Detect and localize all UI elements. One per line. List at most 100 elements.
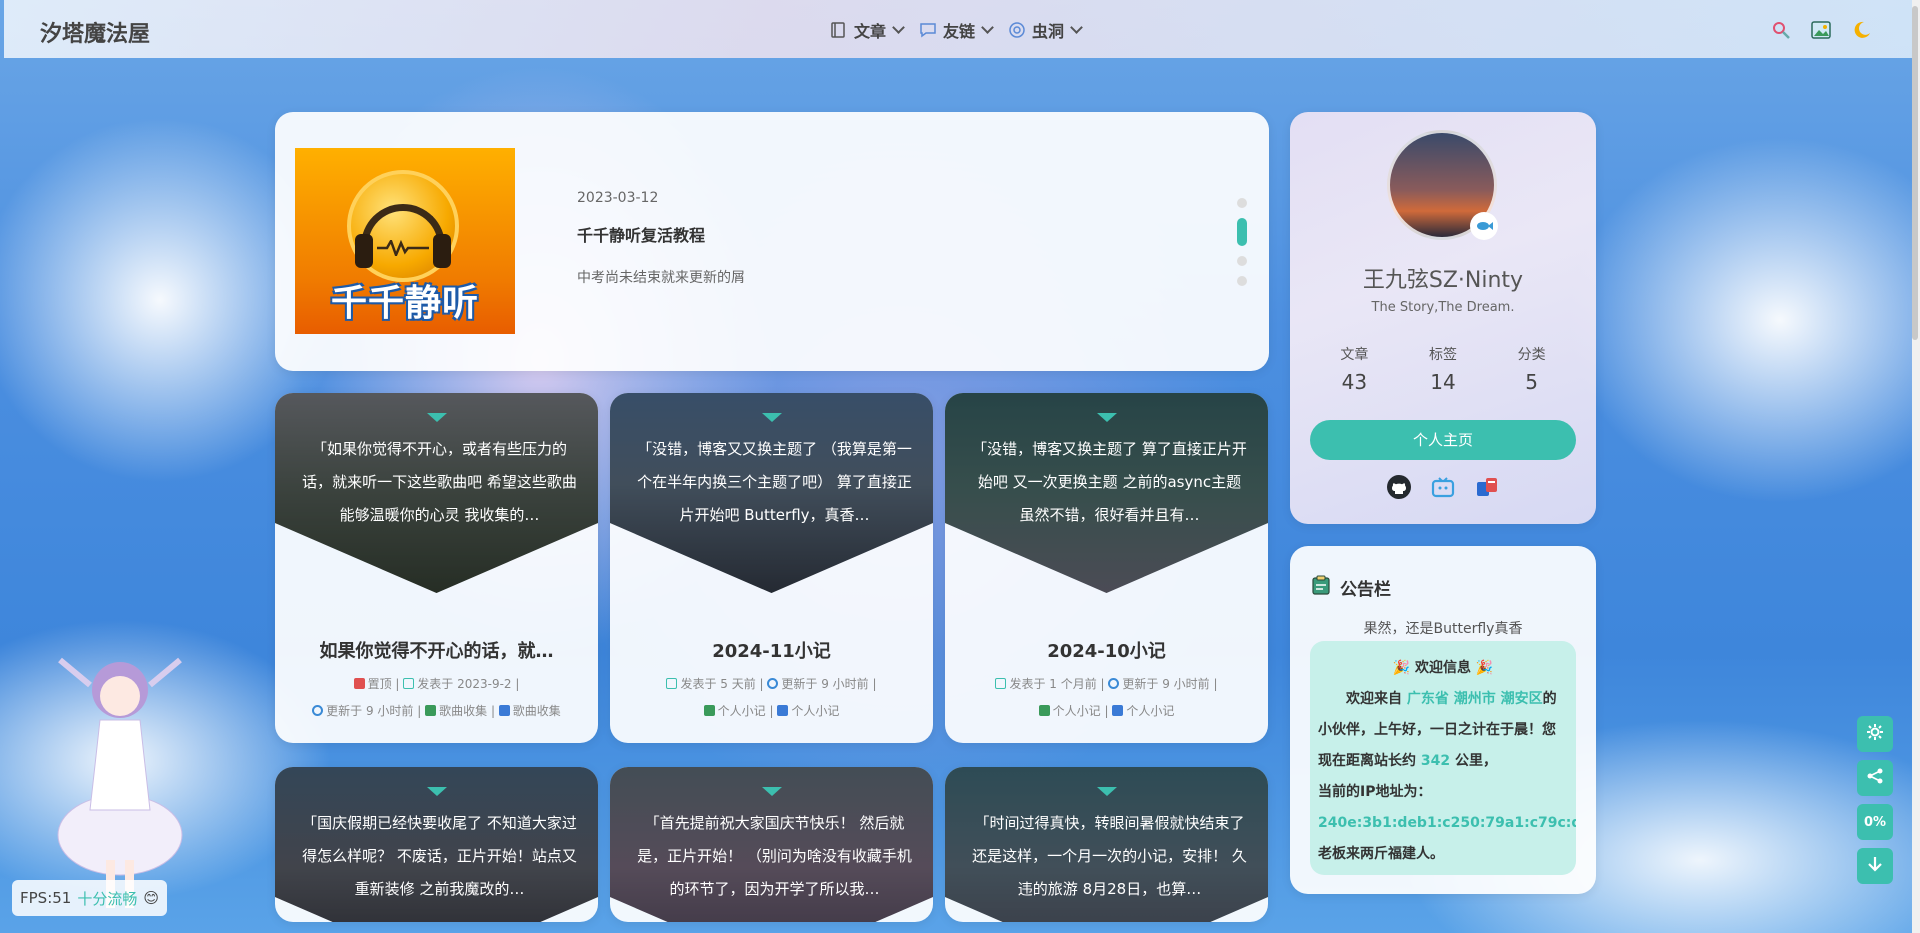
cover-pointer-icon [762,787,782,796]
scroll-percent-button[interactable]: 0% [1857,804,1893,840]
sticky-label: 置顶 [367,677,392,691]
post-card[interactable]: 「没错，博客又换主题了 算了直接正片开始吧 又一次更换主题 之前的async主题… [945,393,1268,743]
post-category[interactable]: 个人小记 [718,704,766,718]
post-tag[interactable]: 歌曲收集 [513,704,561,718]
post-cover[interactable]: 「时间过得真快，转眼间暑假就快结束了 还是这样，一个月一次的小记，安排！ 久违的… [945,767,1268,922]
post-cover[interactable]: 「如果你觉得不开心，或者有些压力的话，就来听一下这些歌曲吧 希望这些歌曲能够温暖… [275,393,598,593]
chevron-down-icon [1070,21,1083,34]
post-card[interactable]: 「没错，博客又又换主题了 （我算是第一个在半年内换三个主题了吧） 算了直接正片开… [610,393,933,743]
featured-image-logo-text: 千千静听 [330,283,479,324]
stat-label: 标签 [1428,347,1457,363]
github-icon[interactable] [1386,474,1412,500]
post-excerpt: 「国庆假期已经快要收尾了 不知道大家过得怎么样呢？ 不废话，正片开始！站点又重新… [302,814,577,898]
post-title[interactable]: 如果你觉得不开心的话，就… [295,637,578,663]
post-card[interactable]: 「时间过得真快，转眼间暑假就快结束了 还是这样，一个月一次的小记，安排！ 久违的… [945,767,1268,922]
stat-label: 文章 [1340,347,1369,363]
stat-value: 5 [1525,370,1538,394]
menu-item-articles-label: 文章 [854,22,887,41]
category-icon [703,705,715,716]
refresh-icon [1108,678,1120,689]
calendar-icon [995,678,1007,689]
tag-icon [498,705,510,716]
visitor-ip: 240e:3b1:deb1:c250:79a1:c79c:ddd9 [1318,815,1576,831]
welcome-header: 🎉 欢迎信息 🎉 [1318,653,1568,684]
author-name: 王九弦SZ·Ninty [1362,268,1524,293]
post-tag[interactable]: 个人小记 [791,704,839,718]
contact-icon[interactable] [1474,474,1500,500]
stat-categories[interactable]: 分类 5 [1518,344,1546,394]
post-excerpt: 「没错，博客又又换主题了 （我算是第一个在半年内换三个主题了吧） 算了直接正片开… [637,440,912,524]
page-scrollbar-thumb[interactable] [1912,6,1918,340]
post-meta: 发表于 1 个月前 | 更新于 9 小时前 | 个人小记 | 个人小记 [975,671,1238,725]
distance-unit: 公里， [1454,753,1497,769]
post-cover[interactable]: 「国庆假期已经快要收尾了 不知道大家过得怎么样呢？ 不废话，正片开始！站点又重新… [275,767,598,922]
post-tag[interactable]: 个人小记 [1126,704,1174,718]
post-card[interactable]: 「国庆假期已经快要收尾了 不知道大家过得怎么样呢？ 不废话，正片开始！站点又重新… [275,767,598,922]
site-brand[interactable]: 汐塔魔法屋 [40,16,150,48]
featured-post-date: 2023-03-12 [577,190,659,206]
post-date: 发表于 1 个月前 [1009,677,1097,691]
main-menu: 文章 友链 虫洞 [830,18,1083,42]
scroll-down-button[interactable] [1857,848,1893,884]
post-updated: 更新于 9 小时前 [781,677,869,691]
menu-item-wormhole-label: 虫洞 [1032,22,1065,41]
calendar-icon [403,678,415,689]
dark-mode-moon-icon[interactable] [1850,19,1872,41]
settings-button[interactable] [1857,716,1893,752]
menu-item-articles[interactable]: 文章 [830,18,905,42]
chat-icon [919,21,937,39]
menu-item-friends[interactable]: 友链 [919,18,994,42]
post-cover[interactable]: 「没错，博客又又换主题了 （我算是第一个在半年内换三个主题了吧） 算了直接正片开… [610,393,933,593]
book-icon [830,21,848,39]
post-cover[interactable]: 「没错，博客又换主题了 算了直接正片开始吧 又一次更换主题 之前的async主题… [945,393,1268,593]
stat-articles[interactable]: 文章 43 [1340,344,1368,394]
personal-homepage-button[interactable]: 个人主页 [1310,420,1576,460]
share-button[interactable] [1857,760,1893,796]
post-card[interactable]: 「首先提前祝大家国庆节快乐！ 然后就是，正片开始！ （别问为啥没有收藏手机的环节… [610,767,933,922]
post-category[interactable]: 歌曲收集 [439,704,487,718]
announcement-subtitle: 果然，还是Butterfly真香 [1363,621,1523,637]
post-title[interactable]: 2024-10小记 [965,637,1248,663]
welcome-closing: 老板来两斤福建人。 [1318,846,1444,862]
author-stats: 文章 43 标签 14 分类 5 [1310,344,1576,394]
social-links [1290,474,1596,500]
party-popper-icon: 🎉 [1392,660,1411,676]
post-updated: 更新于 9 小时前 [1122,677,1210,691]
menu-item-wormhole[interactable]: 虫洞 [1008,18,1083,42]
post-meta: 置顶 | 发表于 2023-9-2 | 更新于 9 小时前 | 歌曲收集 | 歌… [305,671,568,725]
welcome-info-box: 🎉 欢迎信息 🎉 欢迎来自 广东省 潮州市 潮安区的小伙伴，上午好，一日之计在于… [1310,641,1576,875]
chevron-down-icon [981,21,994,34]
post-updated: 更新于 9 小时前 [326,704,414,718]
announcement-title: 公告栏 [1340,580,1391,600]
post-card[interactable]: 「如果你觉得不开心，或者有些压力的话，就来听一下这些歌曲吧 希望这些歌曲能够温暖… [275,393,598,743]
carousel-dot[interactable] [1237,276,1247,286]
featured-post-image[interactable]: 千千静听 [295,148,515,334]
welcome-prefix: 欢迎来自 [1346,691,1402,707]
fps-value: FPS:51 [20,889,72,907]
random-image-icon[interactable] [1810,19,1832,41]
post-cover[interactable]: 「首先提前祝大家国庆节快乐！ 然后就是，正片开始！ （别问为啥没有收藏手机的环节… [610,767,933,922]
featured-post-title[interactable]: 千千静听复活教程 [577,222,705,246]
welcome-body: 欢迎来自 广东省 潮州市 潮安区的小伙伴，上午好，一日之计在于晨！您现在距离站长… [1318,684,1576,870]
pin-icon [353,678,365,689]
category-icon [1038,705,1050,716]
post-title[interactable]: 2024-11小记 [630,637,913,663]
live2d-mascot[interactable] [40,620,200,920]
search-icon[interactable] [1770,19,1792,41]
gear-icon [1865,722,1885,746]
stat-tags[interactable]: 标签 14 [1429,344,1457,394]
post-category[interactable]: 个人小记 [1053,704,1101,718]
carousel-dot[interactable] [1237,256,1247,266]
bilibili-icon[interactable] [1430,474,1456,500]
cover-pointer-icon [427,787,447,796]
tag-icon [777,705,789,716]
author-profile-card: 王九弦SZ·Ninty The Story,The Dream. 文章 43 标签… [1290,112,1596,524]
share-icon [1865,766,1885,790]
featured-post-carousel[interactable]: 千千静听 2023-03-12 千千静听复活教程 中考尚未结束就来更新的屑 [275,112,1269,371]
carousel-dot-active[interactable] [1237,218,1247,246]
carousel-dot[interactable] [1237,198,1247,208]
cover-pointer-icon [1097,787,1117,796]
stat-value: 14 [1430,370,1456,394]
featured-post-desc: 中考尚未结束就来更新的屑 [577,270,745,286]
post-date: 发表于 5 天前 [680,677,756,691]
